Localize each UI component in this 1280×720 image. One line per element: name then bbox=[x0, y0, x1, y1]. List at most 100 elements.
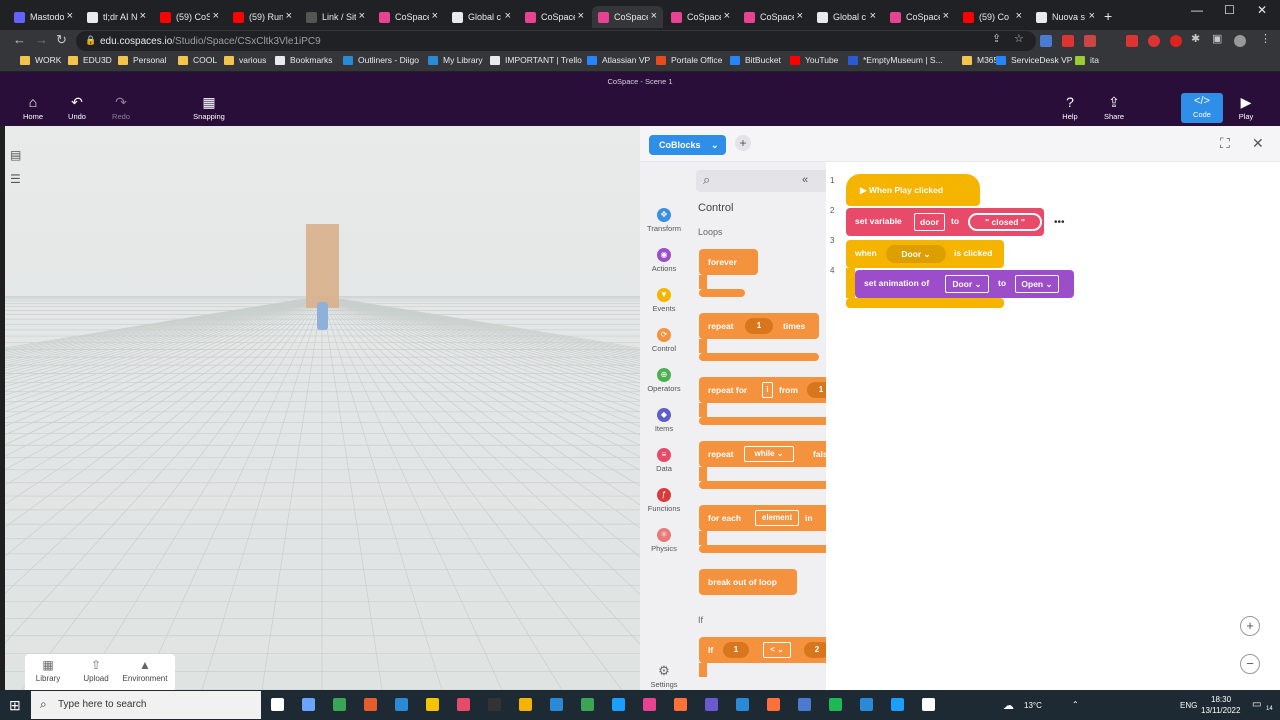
bookmark-item[interactable]: BitBucket bbox=[730, 55, 781, 65]
collapse-palette-icon[interactable]: « bbox=[802, 174, 808, 186]
taskbar-app-icon[interactable] bbox=[674, 698, 687, 711]
clicked-item-dropdown[interactable]: Door ⌄ bbox=[886, 245, 946, 263]
tab-close-icon[interactable]: × bbox=[505, 10, 511, 22]
tab-close-icon[interactable]: × bbox=[140, 10, 146, 22]
bookmark-item[interactable]: COOL bbox=[178, 55, 217, 65]
settings-category[interactable]: ⚙ Settings bbox=[640, 664, 688, 690]
bookmark-item[interactable]: Portale Office bbox=[656, 55, 722, 65]
category-data[interactable]: ≡ Data bbox=[640, 448, 688, 473]
category-operators[interactable]: ⊕ Operators bbox=[640, 368, 688, 393]
taskbar-app-icon[interactable] bbox=[736, 698, 749, 711]
new-tab-button[interactable]: + bbox=[1104, 8, 1112, 24]
help-button[interactable]: ? Help bbox=[1050, 94, 1090, 121]
star-icon[interactable]: ☆ bbox=[1014, 32, 1024, 45]
bookmark-item[interactable]: IMPORTANT | Trello bbox=[490, 55, 582, 65]
tab-close-icon[interactable]: × bbox=[67, 10, 73, 22]
if-right[interactable]: 2 bbox=[804, 642, 826, 658]
environment-button[interactable]: ▲ Environment bbox=[119, 658, 171, 683]
extension-icon[interactable] bbox=[1040, 35, 1052, 47]
bookmark-item[interactable]: My Library bbox=[428, 55, 483, 65]
bookmark-item[interactable]: ServiceDesk VP bbox=[996, 55, 1072, 65]
taskbar-app-icon[interactable] bbox=[798, 698, 811, 711]
extension-icon[interactable] bbox=[1126, 35, 1138, 47]
browser-tab[interactable]: CoSpaces× bbox=[738, 6, 809, 28]
taskbar-app-icon[interactable] bbox=[457, 698, 470, 711]
expand-icon[interactable]: ⛶ bbox=[1220, 135, 1230, 152]
add-tab-button[interactable]: + bbox=[735, 135, 751, 151]
reload-icon[interactable]: ↻ bbox=[56, 32, 67, 48]
zoom-out-button[interactable]: − bbox=[1240, 654, 1260, 674]
repeat-count[interactable]: 1 bbox=[745, 318, 773, 334]
share-page-icon[interactable]: ⇪ bbox=[992, 32, 1001, 45]
repeat-for-from-val[interactable]: 1 bbox=[807, 382, 826, 398]
maximize-icon[interactable]: ☐ bbox=[1224, 3, 1235, 17]
library-button[interactable]: ▦ Library bbox=[31, 658, 65, 683]
tab-close-icon[interactable]: × bbox=[213, 10, 219, 22]
taskbar-app-icon[interactable] bbox=[643, 698, 656, 711]
browser-tab[interactable]: tl;dr AI N × bbox=[81, 6, 152, 28]
if-block[interactable]: If 1 < ⌄ 2 bbox=[699, 637, 826, 663]
for-each-block[interactable]: for each element in bbox=[699, 505, 826, 531]
tray-up-icon[interactable]: ⌃ bbox=[1072, 700, 1079, 709]
repeat-for-var[interactable]: i bbox=[762, 382, 773, 398]
tab-close-icon[interactable]: × bbox=[578, 10, 584, 22]
if-operator[interactable]: < ⌄ bbox=[763, 642, 791, 658]
variable-name[interactable]: door bbox=[914, 213, 945, 231]
taskbar-app-icon[interactable] bbox=[550, 698, 563, 711]
bookmark-item[interactable]: M365 bbox=[962, 55, 998, 65]
bookmark-item[interactable]: *EmptyMuseum | S... bbox=[848, 55, 943, 65]
bookmark-item[interactable]: ita bbox=[1075, 55, 1099, 65]
tab-close-icon[interactable]: × bbox=[432, 10, 438, 22]
browser-tab[interactable]: CoSpaces× bbox=[884, 6, 955, 28]
repeat-for-block[interactable]: repeat for i from 1 bbox=[699, 377, 826, 403]
more-options-icon[interactable]: ••• bbox=[1054, 217, 1065, 228]
browser-tab[interactable]: Global c × bbox=[446, 6, 517, 28]
extension-icon[interactable] bbox=[1170, 35, 1182, 47]
gallery-icon[interactable]: ▤ bbox=[10, 148, 21, 162]
forward-icon[interactable]: → bbox=[35, 32, 48, 47]
browser-tab[interactable]: Nuova s × bbox=[1030, 6, 1101, 28]
close-icon[interactable]: ✕ bbox=[1252, 135, 1264, 152]
bookmark-item[interactable]: EDU3D bbox=[68, 55, 112, 65]
tab-close-icon[interactable]: × bbox=[651, 10, 657, 22]
category-control[interactable]: ⟳ Control bbox=[640, 328, 688, 353]
taskbar-app-icon[interactable] bbox=[395, 698, 408, 711]
taskbar-app-icon[interactable] bbox=[333, 698, 346, 711]
play-button[interactable]: ▶ Play bbox=[1226, 94, 1266, 121]
taskbar-app-icon[interactable] bbox=[426, 698, 439, 711]
bookmark-item[interactable]: Atlassian VP bbox=[587, 55, 650, 65]
bookmark-item[interactable]: WORK bbox=[20, 55, 61, 65]
category-items[interactable]: ◆ Items bbox=[640, 408, 688, 433]
menu-icon[interactable]: ⋮ bbox=[1260, 32, 1271, 45]
browser-tab[interactable]: Global c × bbox=[811, 6, 882, 28]
undo-button[interactable]: ↶ Undo bbox=[57, 94, 97, 121]
clock-date[interactable]: 13/11/2022 bbox=[1201, 706, 1240, 715]
extension-icon[interactable] bbox=[1084, 35, 1096, 47]
browser-tab[interactable]: CoSpaces× bbox=[592, 6, 663, 28]
profile-avatar[interactable] bbox=[1234, 35, 1246, 47]
adblock-icon[interactable] bbox=[1148, 35, 1160, 47]
list-icon[interactable]: ☰ bbox=[10, 172, 21, 186]
weather-temp[interactable]: 13°C bbox=[1024, 701, 1042, 710]
category-physics[interactable]: ⚛ Physics bbox=[640, 528, 688, 553]
windows-start-icon[interactable]: ⊞ bbox=[9, 697, 21, 714]
taskbar-app-icon[interactable] bbox=[860, 698, 873, 711]
window-close-icon[interactable]: ✕ bbox=[1257, 3, 1267, 17]
tab-close-icon[interactable]: × bbox=[797, 10, 803, 22]
animation-value-dropdown[interactable]: Open ⌄ bbox=[1015, 275, 1059, 293]
bookmark-item[interactable]: Outliners - Diigo bbox=[343, 55, 419, 65]
taskbar-app-icon[interactable] bbox=[581, 698, 594, 711]
variable-value[interactable]: " closed " bbox=[968, 213, 1042, 231]
minimize-icon[interactable]: — bbox=[1191, 3, 1203, 17]
code-button[interactable]: </> Code bbox=[1181, 93, 1223, 123]
puzzle-icon[interactable]: ✱ bbox=[1191, 32, 1200, 45]
break-block[interactable]: break out of loop bbox=[699, 569, 797, 595]
repeat-block[interactable]: repeat 1 times bbox=[699, 313, 819, 339]
animation-item-dropdown[interactable]: Door ⌄ bbox=[945, 275, 989, 293]
scene-viewport[interactable]: ▤ ☰ bbox=[5, 126, 640, 690]
category-transform[interactable]: ✥ Transform bbox=[640, 208, 688, 233]
sidepanel-icon[interactable]: ▣ bbox=[1212, 32, 1222, 45]
taskbar-app-icon[interactable] bbox=[302, 698, 315, 711]
taskbar-app-icon[interactable] bbox=[612, 698, 625, 711]
home-button[interactable]: ⌂ Home bbox=[13, 94, 53, 121]
